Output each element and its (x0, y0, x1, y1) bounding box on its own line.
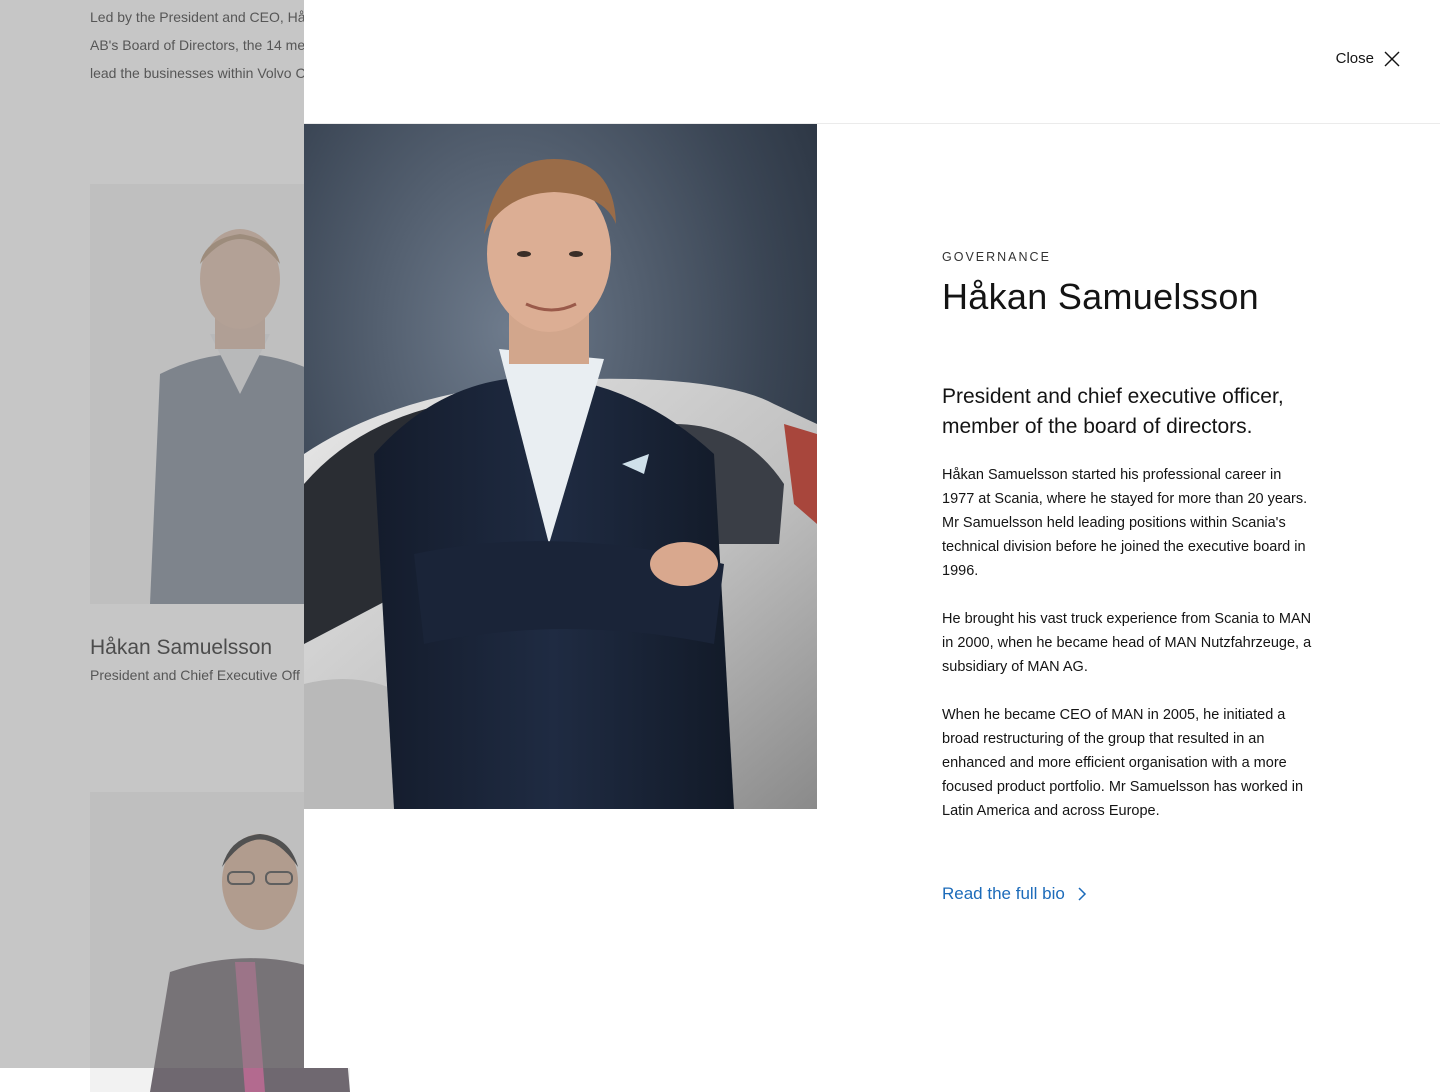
bio-modal: Close GOVERNANCE Håkan Samuelsson Presid… (304, 0, 1440, 1068)
close-icon (1384, 51, 1400, 66)
read-full-bio-label: Read the full bio (942, 884, 1065, 903)
bio-content: GOVERNANCE Håkan Samuelsson President an… (942, 250, 1314, 823)
section-eyebrow: GOVERNANCE (942, 250, 1051, 264)
bio-paragraph: Håkan Samuelsson started his professiona… (942, 467, 1308, 579)
executive-name: Håkan Samuelsson (942, 276, 1259, 317)
chevron-right-icon (1078, 887, 1086, 901)
close-button[interactable]: Close (1336, 50, 1400, 67)
read-full-bio-link[interactable]: Read the full bio (942, 884, 1087, 904)
executive-portrait (304, 124, 817, 809)
executive-title: President and chief executive officer, m… (942, 385, 1284, 438)
modal-header: Close (304, 0, 1440, 124)
close-label: Close (1335, 50, 1374, 67)
bio-paragraph: He brought his vast truck experience fro… (942, 611, 1312, 675)
portrait-photo (304, 124, 817, 809)
bio-paragraph: When he became CEO of MAN in 2005, he in… (942, 707, 1304, 819)
